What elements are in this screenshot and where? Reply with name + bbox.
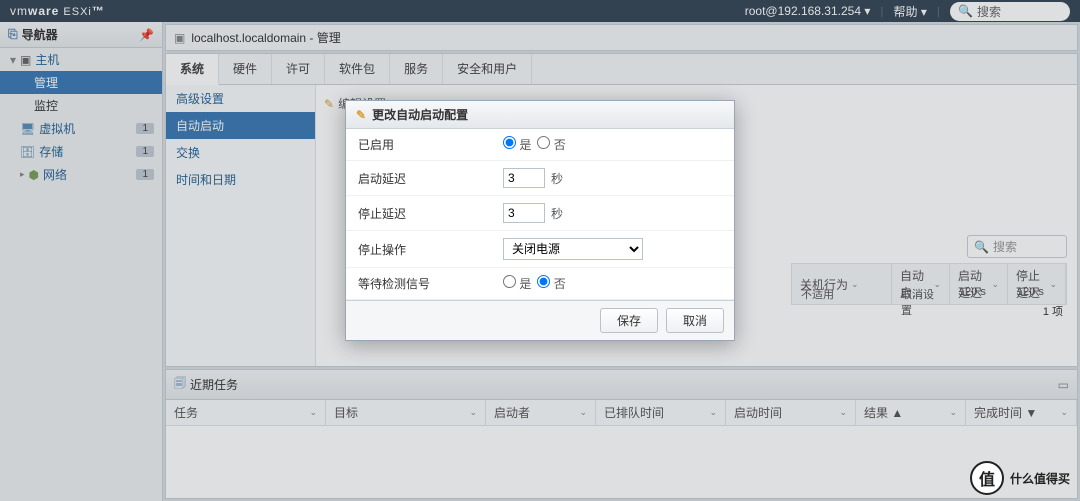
- start-delay-input[interactable]: [503, 168, 545, 188]
- row-start-delay: 启动延迟 秒: [346, 161, 734, 196]
- row-stop-action: 停止操作 关闭电源: [346, 231, 734, 268]
- heartbeat-no[interactable]: 否: [537, 275, 565, 292]
- row-enabled: 已启用 是 否: [346, 129, 734, 161]
- watermark: 值 什么值得买: [970, 461, 1070, 495]
- cancel-button[interactable]: 取消: [666, 308, 724, 333]
- stop-delay-input[interactable]: [503, 203, 545, 223]
- row-stop-delay: 停止延迟 秒: [346, 196, 734, 231]
- watermark-icon: 值: [970, 461, 1004, 495]
- dialog-footer: 保存 取消: [346, 300, 734, 340]
- save-button[interactable]: 保存: [600, 308, 658, 333]
- enabled-yes[interactable]: 是: [503, 136, 531, 153]
- pencil-icon: ✎: [356, 108, 366, 122]
- enabled-no[interactable]: 否: [537, 136, 565, 153]
- heartbeat-yes[interactable]: 是: [503, 275, 531, 292]
- stop-action-select[interactable]: 关闭电源: [503, 238, 643, 260]
- modal-overlay: ✎ 更改自动启动配置 已启用 是 否 启动延迟 秒 停止延迟 秒 停止操作: [0, 0, 1080, 501]
- row-wait-heartbeat: 等待检测信号 是 否: [346, 268, 734, 300]
- autostart-dialog: ✎ 更改自动启动配置 已启用 是 否 启动延迟 秒 停止延迟 秒 停止操作: [345, 100, 735, 341]
- dialog-title: ✎ 更改自动启动配置: [346, 101, 734, 129]
